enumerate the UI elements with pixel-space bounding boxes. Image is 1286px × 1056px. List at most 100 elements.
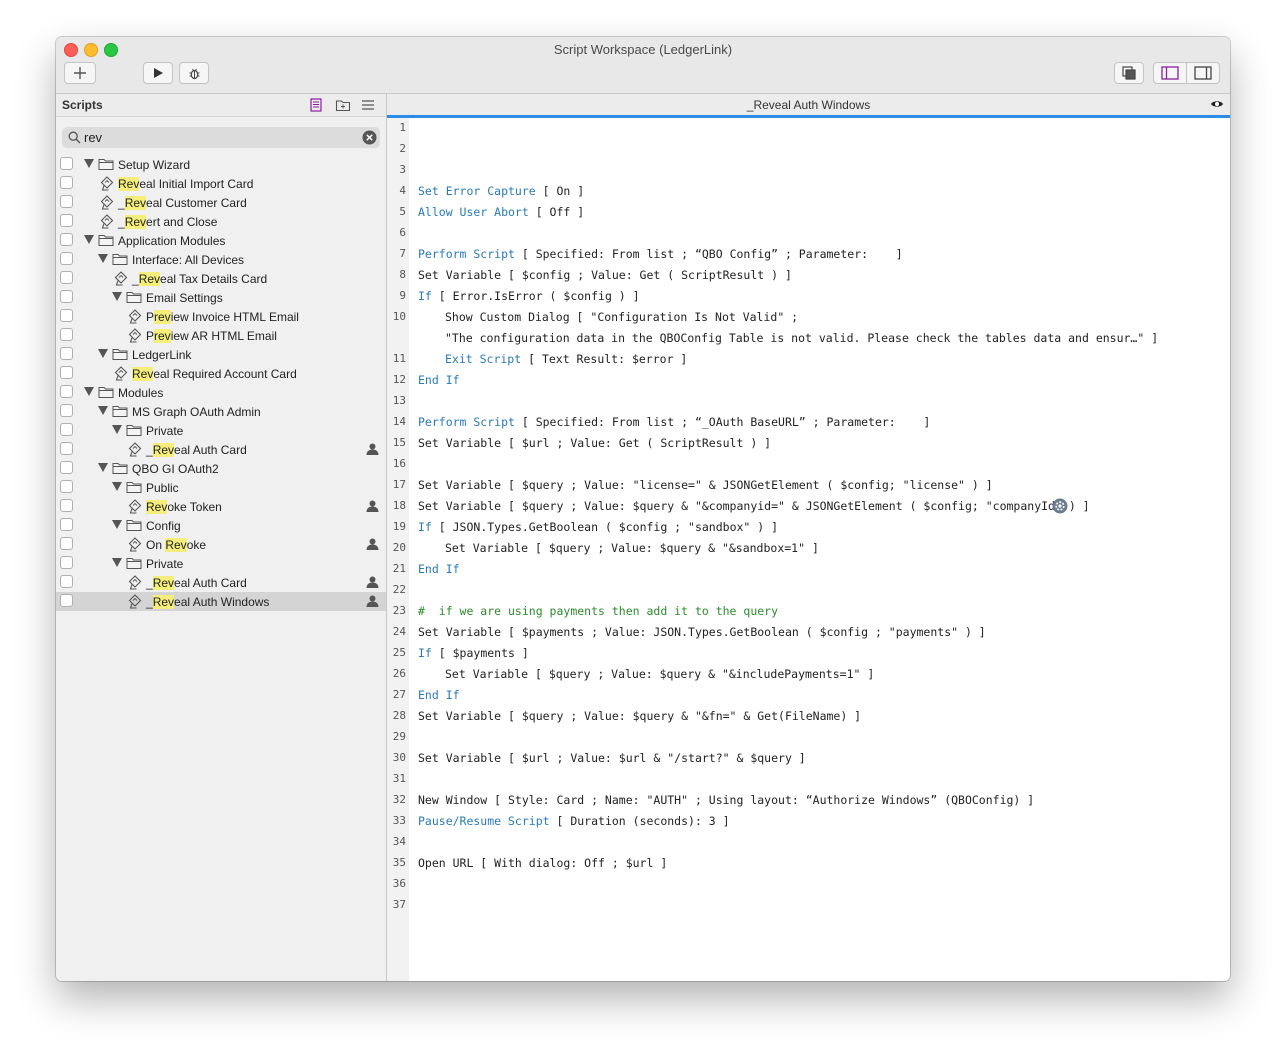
row-checkbox[interactable] (60, 366, 73, 379)
row-checkbox[interactable] (60, 556, 73, 569)
toggle-right-sidebar-button[interactable] (1186, 62, 1220, 84)
folder-row[interactable]: Modules (56, 383, 386, 402)
folder-row[interactable]: Setup Wizard (56, 155, 386, 174)
disclosure-triangle-icon[interactable] (112, 482, 122, 491)
script-step[interactable]: "The configuration data in the QBOConfig… (387, 328, 1230, 349)
script-step[interactable]: 27 End If (387, 685, 1230, 706)
script-step[interactable]: 24 Set Variable [ $payments ; Value: JSON… (387, 622, 1230, 643)
eye-icon[interactable] (1210, 99, 1224, 109)
disclosure-triangle-icon[interactable] (84, 387, 94, 396)
script-step[interactable]: 21 End If (387, 559, 1230, 580)
disclosure-triangle-icon[interactable] (98, 349, 108, 358)
script-step[interactable]: 10 Show Custom Dialog [ "Configuration Is… (387, 307, 1230, 328)
script-step[interactable]: 30 Set Variable [ $url ; Value: $url & "/… (387, 748, 1230, 769)
script-step[interactable]: 14 Perform Script [ Specified: From list … (387, 412, 1230, 433)
folder-row[interactable]: Interface: All Devices (56, 250, 386, 269)
script-step[interactable]: 37 (387, 895, 1230, 916)
row-checkbox[interactable] (60, 518, 73, 531)
script-step[interactable]: 20 Set Variable [ $query ; Value: $query … (387, 538, 1230, 559)
script-row[interactable]: Preview AR HTML Email (56, 326, 386, 345)
row-checkbox[interactable] (60, 328, 73, 341)
script-step[interactable]: 17 Set Variable [ $query ; Value: "licens… (387, 475, 1230, 496)
row-checkbox[interactable] (60, 176, 73, 189)
script-steps[interactable]: 1 2 3 4 Set Error Capture [ On ] 5 Allow User … (387, 118, 1230, 916)
script-step[interactable]: 35 Open URL [ With dialog: Off ; $url ] (387, 853, 1230, 874)
row-checkbox[interactable] (60, 271, 73, 284)
script-step[interactable]: 23 # if we are using payments then add it… (387, 601, 1230, 622)
script-step[interactable]: 3 (387, 160, 1230, 181)
row-checkbox[interactable] (60, 233, 73, 246)
script-step[interactable]: 25 If [ $payments ] (387, 643, 1230, 664)
script-step[interactable]: 6 (387, 223, 1230, 244)
folder-row[interactable]: Application Modules (56, 231, 386, 250)
debug-script-button[interactable] (179, 62, 209, 84)
script-step[interactable]: 9 If [ Error.IsError ( $config ) ] (387, 286, 1230, 307)
script-row[interactable]: On Revoke (56, 535, 386, 554)
new-script-list-icon[interactable] (308, 97, 324, 113)
disclosure-triangle-icon[interactable] (98, 406, 108, 415)
row-checkbox[interactable] (60, 480, 73, 493)
script-step[interactable]: 31 (387, 769, 1230, 790)
folder-row[interactable]: Public (56, 478, 386, 497)
script-step[interactable]: 7 Perform Script [ Specified: From list ;… (387, 244, 1230, 265)
folder-row[interactable]: MS Graph OAuth Admin (56, 402, 386, 421)
script-step[interactable]: 36 (387, 874, 1230, 895)
separator-list-icon[interactable] (360, 97, 376, 113)
script-row[interactable]: _Reveal Auth Windows (56, 592, 386, 611)
row-checkbox[interactable] (60, 385, 73, 398)
script-row[interactable]: _Revert and Close (56, 212, 386, 231)
script-step[interactable]: 29 (387, 727, 1230, 748)
script-row[interactable]: Revoke Token (56, 497, 386, 516)
duplicate-window-button[interactable] (1114, 62, 1144, 84)
script-step[interactable]: 8 Set Variable [ $config ; Value: Get ( S… (387, 265, 1230, 286)
script-row[interactable]: _Reveal Auth Card (56, 573, 386, 592)
folder-row[interactable]: QBO GI OAuth2 (56, 459, 386, 478)
script-row[interactable]: _Reveal Customer Card (56, 193, 386, 212)
script-step[interactable]: 2 (387, 139, 1230, 160)
disclosure-triangle-icon[interactable] (98, 254, 108, 263)
toggle-left-sidebar-button[interactable] (1153, 62, 1187, 84)
script-step[interactable]: 32 New Window [ Style: Card ; Name: "AUTH… (387, 790, 1230, 811)
script-step[interactable]: 16 (387, 454, 1230, 475)
row-checkbox[interactable] (60, 594, 73, 607)
script-step[interactable]: 5 Allow User Abort [ Off ] (387, 202, 1230, 223)
folder-row[interactable]: Config (56, 516, 386, 535)
search-input[interactable] (84, 127, 354, 148)
disclosure-triangle-icon[interactable] (84, 159, 94, 168)
disclosure-triangle-icon[interactable] (112, 425, 122, 434)
script-row[interactable]: _Reveal Tax Details Card (56, 269, 386, 288)
script-row[interactable]: Reveal Required Account Card (56, 364, 386, 383)
row-checkbox[interactable] (60, 195, 73, 208)
folder-row[interactable]: Email Settings (56, 288, 386, 307)
row-checkbox[interactable] (60, 214, 73, 227)
gear-icon[interactable] (1052, 498, 1068, 519)
row-checkbox[interactable] (60, 290, 73, 303)
script-step[interactable]: 33 Pause/Resume Script [ Duration (second… (387, 811, 1230, 832)
script-step[interactable]: 1 (387, 118, 1230, 139)
script-step[interactable]: 34 (387, 832, 1230, 853)
folder-row[interactable]: LedgerLink (56, 345, 386, 364)
script-step[interactable]: 19 If [ JSON.Types.GetBoolean ( $config ;… (387, 517, 1230, 538)
row-checkbox[interactable] (60, 347, 73, 360)
run-script-button[interactable] (143, 62, 173, 84)
script-row[interactable]: Reveal Initial Import Card (56, 174, 386, 193)
folder-row[interactable]: Private (56, 554, 386, 573)
row-checkbox[interactable] (60, 404, 73, 417)
script-step[interactable]: 11 Exit Script [ Text Result: $error ] (387, 349, 1230, 370)
row-checkbox[interactable] (60, 252, 73, 265)
script-step[interactable]: 4 Set Error Capture [ On ] (387, 181, 1230, 202)
script-row[interactable]: Preview Invoice HTML Email (56, 307, 386, 326)
row-checkbox[interactable] (60, 442, 73, 455)
script-step[interactable]: 13 (387, 391, 1230, 412)
disclosure-triangle-icon[interactable] (98, 463, 108, 472)
new-folder-icon[interactable] (335, 97, 351, 113)
editor-tab[interactable]: _Reveal Auth Windows (387, 94, 1230, 118)
row-checkbox[interactable] (60, 499, 73, 512)
disclosure-triangle-icon[interactable] (84, 235, 94, 244)
script-step[interactable]: 18 Set Variable [ $query ; Value: $query … (387, 496, 1230, 517)
disclosure-triangle-icon[interactable] (112, 292, 122, 301)
row-checkbox[interactable] (60, 157, 73, 170)
row-checkbox[interactable] (60, 537, 73, 550)
folder-row[interactable]: Private (56, 421, 386, 440)
script-step[interactable]: 15 Set Variable [ $url ; Value: Get ( Scr… (387, 433, 1230, 454)
